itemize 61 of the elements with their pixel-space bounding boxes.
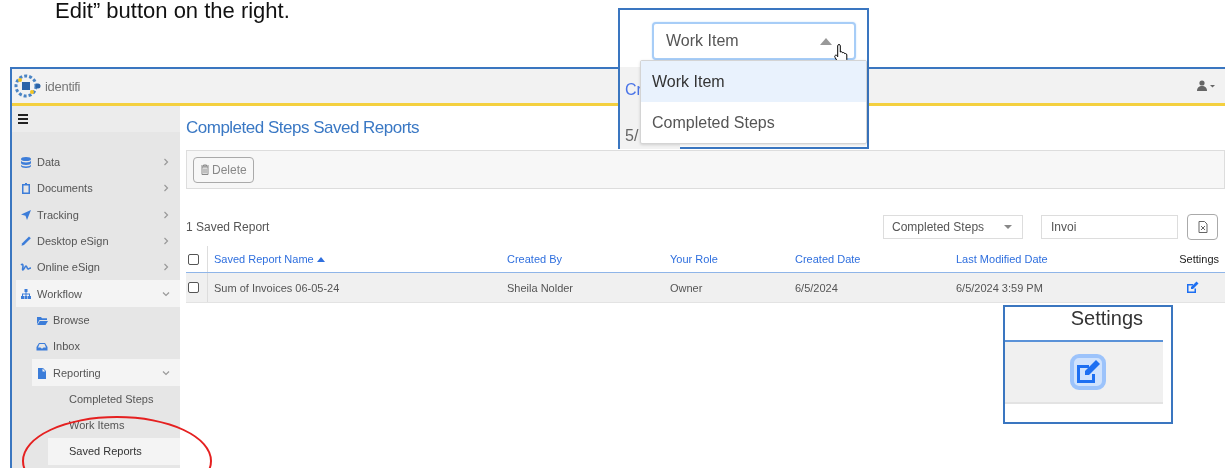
nav-icon: [20, 287, 32, 300]
chevron-icon: [162, 210, 170, 219]
nav-icon: [20, 261, 32, 274]
sidebar-item[interactable]: Work Items: [48, 411, 180, 439]
select-all-checkbox[interactable]: [188, 253, 199, 265]
edit-icon[interactable]: [1186, 281, 1199, 294]
nav-icon: [20, 235, 32, 248]
sidebar-item[interactable]: Workflow: [16, 280, 180, 307]
sidebar-item[interactable]: Saved Reports: [48, 438, 180, 465]
chevron-icon: [162, 184, 170, 193]
nav-icon: [20, 208, 32, 221]
instruction-text: Edit” button on the right.: [55, 0, 290, 22]
table-cell: 5/: [625, 127, 639, 145]
nav-icon: [36, 366, 48, 379]
sidebar-item[interactable]: Documents: [16, 175, 180, 202]
chevron-icon: [162, 237, 170, 246]
sidebar-item[interactable]: Browse: [32, 306, 180, 334]
column-header[interactable]: Last Modified Date: [950, 253, 1172, 265]
column-header[interactable]: Settings: [1172, 253, 1225, 265]
nav-icon: [36, 340, 48, 353]
table-cell-text: Sheila Nolder: [506, 281, 575, 294]
table-cell-text: 6/5/2024: [794, 281, 839, 294]
export-button[interactable]: [1187, 214, 1218, 240]
page-title: Completed Steps Saved Reports: [186, 117, 420, 139]
sidebar-item[interactable]: Completed Steps: [48, 385, 180, 412]
nav-icon: [20, 182, 32, 195]
column-header[interactable]: Your Role: [664, 253, 789, 265]
column-header[interactable]: Created By: [501, 253, 664, 265]
sort-caret-icon: [316, 256, 325, 262]
trash-icon: [200, 164, 210, 175]
table-row[interactable]: Sum of Invoices 06-05-24 Sheila Nolder Owner 6/5/2024 6/5/2024 3:59 PM: [186, 273, 1225, 303]
search-field[interactable]: Invoi: [1041, 215, 1178, 239]
sidebar-item[interactable]: Tracking: [16, 201, 180, 228]
sidebar-item[interactable]: Online eSign: [16, 254, 180, 281]
report-count: 1 Saved Report: [186, 220, 270, 234]
table-cell-text: 6/5/2024 3:59 PM: [955, 281, 1044, 294]
logo-text: identifi: [45, 78, 81, 94]
user-menu-icon[interactable]: [1197, 80, 1217, 92]
chevron-icon: [162, 158, 170, 167]
type-dropdown[interactable]: Work Item: [652, 22, 856, 60]
nav-icon: [20, 156, 32, 169]
spreadsheet-icon: [1197, 221, 1208, 233]
sidebar-item[interactable]: Inbox: [32, 333, 180, 360]
sidebar-item[interactable]: Data: [16, 149, 180, 176]
type-dropdown[interactable]: Completed Steps: [883, 215, 1023, 239]
sidebar-item[interactable]: Desktop eSign: [16, 227, 180, 255]
edit-button[interactable]: [1070, 354, 1106, 390]
dropdown-option[interactable]: Completed Steps: [641, 102, 866, 143]
column-header: Cr: [625, 81, 642, 99]
caret-icon: [820, 37, 832, 45]
column-header[interactable]: Saved Report Name: [208, 253, 501, 265]
row-checkbox[interactable]: [188, 282, 199, 293]
table-cell-text: Owner: [669, 281, 704, 294]
caret-icon: [1004, 224, 1012, 230]
sidebar-item[interactable]: Reporting: [32, 359, 180, 386]
dropdown-option[interactable]: Work Item: [641, 61, 866, 102]
chevron-icon: [162, 289, 170, 298]
menu-icon[interactable]: [18, 114, 28, 124]
table-cell-text: Sum of Invoices 06-05-24: [213, 281, 341, 294]
chevron-icon: [162, 263, 170, 272]
column-header[interactable]: Created Date: [789, 253, 950, 265]
